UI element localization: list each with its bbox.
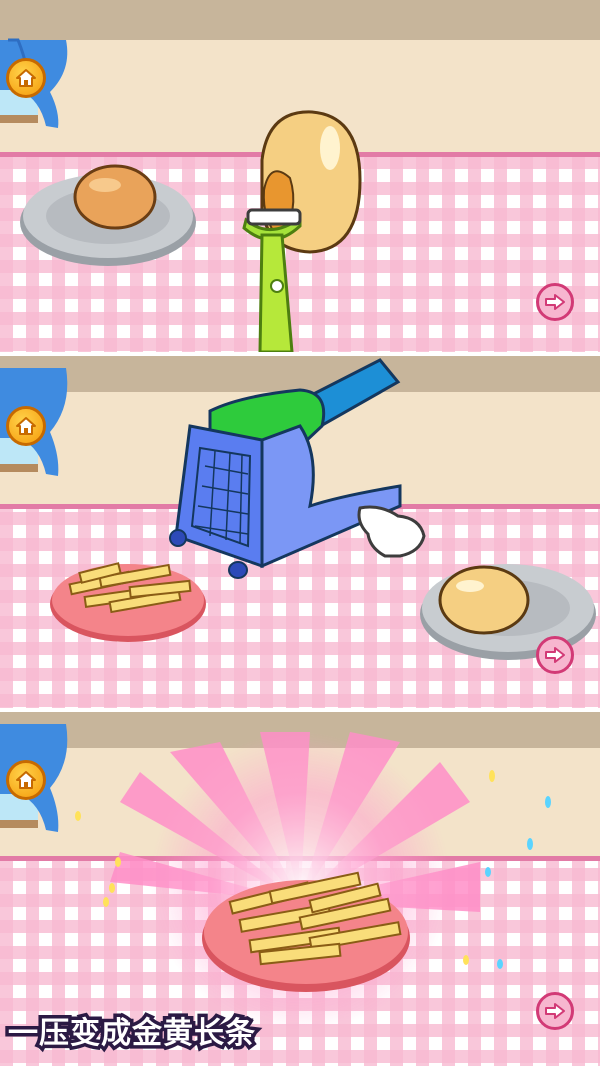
peel-scene: [0, 0, 600, 352]
home-icon: [16, 771, 36, 789]
next-button[interactable]: [536, 283, 574, 321]
promo-caption: 一压变成金黄长条: [5, 1013, 259, 1055]
panel-divider: [0, 352, 600, 356]
next-button[interactable]: [536, 992, 574, 1030]
panel-cut: [0, 356, 600, 708]
panel-divider: [0, 708, 600, 712]
cut-scene: [0, 356, 600, 708]
arrow-right-icon: [545, 647, 565, 663]
potato: [438, 565, 530, 635]
arrow-right-icon: [545, 294, 565, 310]
home-icon: [16, 417, 36, 435]
home-button[interactable]: [6, 58, 46, 98]
arrow-right-icon: [545, 1003, 565, 1019]
home-button[interactable]: [6, 760, 46, 800]
home-button[interactable]: [6, 406, 46, 446]
home-icon: [16, 69, 36, 87]
next-button[interactable]: [536, 636, 574, 674]
potato: [73, 164, 157, 230]
panel-peel: [0, 0, 600, 352]
